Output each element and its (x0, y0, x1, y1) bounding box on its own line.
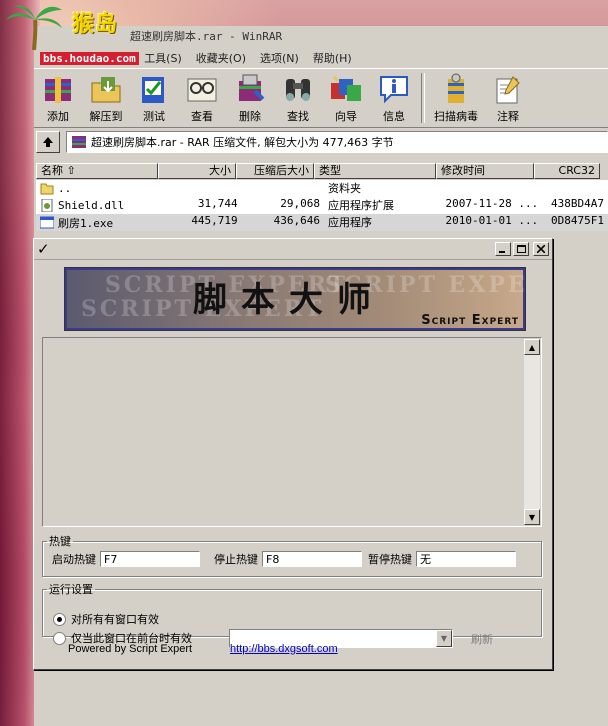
check-icon: ✓ (37, 240, 50, 258)
close-icon (537, 245, 545, 253)
wizard-label: 向导 (335, 110, 357, 123)
wizard-icon (331, 75, 361, 101)
extract-to-icon (91, 77, 121, 103)
radio-all-windows[interactable]: 对所有有窗口有效 (53, 611, 159, 627)
window-controls (495, 242, 549, 256)
script-expert-banner: SCRIPT EXPERT SCRIPT EXPERT SCRIPT EXPER… (64, 267, 526, 331)
delete-button[interactable]: 删除 (228, 69, 272, 127)
rar-archive-icon (72, 136, 86, 148)
watermark-brand: 猴岛 (72, 12, 119, 37)
winrar-toolbar: 添加 解压到 测试 查看 删除 查找 向导 信息 扫描病毒 注释 (34, 68, 608, 128)
table-row[interactable]: Shield.dll 31,744 29,068 应用程序扩展 2007-11-… (36, 197, 608, 214)
view-button[interactable]: 查看 (180, 69, 224, 127)
find-icon (286, 79, 310, 101)
address-bar: 超速刷房脚本.rar - RAR 压缩文件, 解包大小为 477,463 字节 (36, 130, 608, 154)
hotkey-row: 启动热键 F7 停止热键 F8 暂停热键 无 (52, 551, 516, 567)
banner-title-en: Script Expert (421, 313, 519, 328)
start-hotkey-input[interactable]: F7 (100, 551, 200, 567)
add-button[interactable]: 添加 (36, 69, 80, 127)
menu-favorites[interactable]: 收藏夹(O) (189, 48, 253, 66)
script-log-area[interactable]: ▲ ▼ (42, 337, 542, 527)
maximize-button[interactable] (513, 242, 529, 256)
info-label: 信息 (383, 110, 405, 123)
sort-up-icon: ⇧ (66, 164, 76, 177)
chevron-down-icon[interactable]: ▼ (436, 630, 452, 647)
radio-selected-icon (53, 612, 66, 626)
website-link[interactable]: http://bbs.dxgsoft.com (230, 643, 338, 655)
delete-label: 删除 (239, 110, 261, 123)
toolbar-separator (421, 73, 425, 123)
maximize-icon (516, 245, 526, 253)
column-type[interactable]: 类型 (314, 163, 436, 179)
pause-hotkey-label: 暂停热键 (368, 553, 412, 566)
view-label: 查看 (191, 110, 213, 123)
folder-icon (40, 183, 54, 195)
hotkey-legend: 热键 (49, 535, 71, 548)
scroll-up-icon: ▲ (528, 342, 536, 352)
find-label: 查找 (287, 110, 309, 123)
test-icon (142, 77, 164, 103)
archive-path-field[interactable]: 超速刷房脚本.rar - RAR 压缩文件, 解包大小为 477,463 字节 (66, 131, 608, 153)
virus-scan-label: 扫描病毒 (434, 110, 478, 123)
view-icon (187, 78, 217, 102)
archive-add-icon (45, 77, 71, 103)
refresh-button[interactable]: 刷新 (471, 631, 493, 647)
find-button[interactable]: 查找 (276, 69, 320, 127)
archive-path-text: 超速刷房脚本.rar - RAR 压缩文件, 解包大小为 477,463 字节 (91, 136, 394, 149)
column-name[interactable]: 名称 ⇧ (36, 163, 158, 179)
log-scrollbar[interactable]: ▲ ▼ (524, 339, 540, 525)
column-crc[interactable]: CRC32 (534, 163, 600, 179)
menu-help[interactable]: 帮助(H) (306, 48, 359, 66)
start-hotkey-label: 启动热键 (52, 553, 96, 566)
info-icon (380, 76, 408, 104)
menu-options[interactable]: 选项(N) (253, 48, 306, 66)
pause-hotkey-input[interactable]: 无 (416, 551, 516, 567)
dialog-titlebar: ✓ (34, 239, 552, 260)
up-folder-button[interactable] (36, 131, 60, 153)
column-modified[interactable]: 修改时间 (436, 163, 534, 179)
minimize-icon (499, 251, 505, 253)
script-expert-dialog: ✓ SCRIPT EXPERT SCRIPT EXPERT SCRIPT EXP… (33, 238, 553, 670)
stop-hotkey-input[interactable]: F8 (262, 551, 362, 567)
radio-all-windows-label: 对所有有窗口有效 (71, 613, 159, 626)
stop-hotkey-label: 停止热键 (214, 553, 258, 566)
radio-unselected-icon (53, 631, 66, 645)
watermark-logo: 猴岛 bbs.houdao.com (0, 0, 160, 70)
run-settings-group: 运行设置 对所有有窗口有效 仅当此窗口在前台时有效 ▼ 刷新 (42, 581, 542, 648)
scroll-down-button[interactable]: ▼ (524, 509, 540, 525)
powered-by-text: Powered by Script Expert (68, 643, 193, 655)
scroll-down-icon: ▼ (528, 512, 536, 522)
table-row[interactable]: .. 资料夹 (36, 180, 608, 197)
minimize-button[interactable] (495, 242, 511, 256)
extract-to-button[interactable]: 解压到 (84, 69, 128, 127)
test-button[interactable]: 测试 (132, 69, 176, 127)
dll-file-icon (41, 199, 53, 212)
banner-title-cn: 脚本大师 (193, 280, 385, 320)
column-packed[interactable]: 压缩后大小 (236, 163, 314, 179)
scroll-up-button[interactable]: ▲ (524, 339, 540, 355)
wizard-button[interactable]: 向导 (324, 69, 368, 127)
comment-icon (496, 76, 520, 104)
column-size[interactable]: 大小 (158, 163, 236, 179)
test-label: 测试 (143, 110, 165, 123)
comment-button[interactable]: 注释 (486, 69, 530, 127)
add-label: 添加 (47, 110, 69, 123)
exe-file-icon (40, 216, 54, 229)
virus-scan-icon (448, 73, 464, 103)
watermark-url: bbs.houdao.com (40, 52, 139, 65)
close-button[interactable] (533, 242, 549, 256)
up-arrow-icon (43, 137, 53, 147)
comment-label: 注释 (497, 110, 519, 123)
virus-scan-button[interactable]: 扫描病毒 (430, 69, 482, 127)
run-settings-legend: 运行设置 (49, 583, 93, 596)
palm-tree-icon (6, 5, 62, 51)
extract-to-label: 解压到 (89, 110, 123, 123)
file-list: .. 资料夹 Shield.dll 31,744 29,068 应用程序扩展 2… (36, 180, 608, 231)
delete-icon (239, 74, 265, 101)
table-row[interactable]: 刷房1.exe 445,719 436,646 应用程序 2010-01-01 … (36, 214, 608, 231)
file-list-header: 名称 ⇧ 大小 压缩后大小 类型 修改时间 CRC32 (36, 163, 608, 179)
info-button[interactable]: 信息 (372, 69, 416, 127)
